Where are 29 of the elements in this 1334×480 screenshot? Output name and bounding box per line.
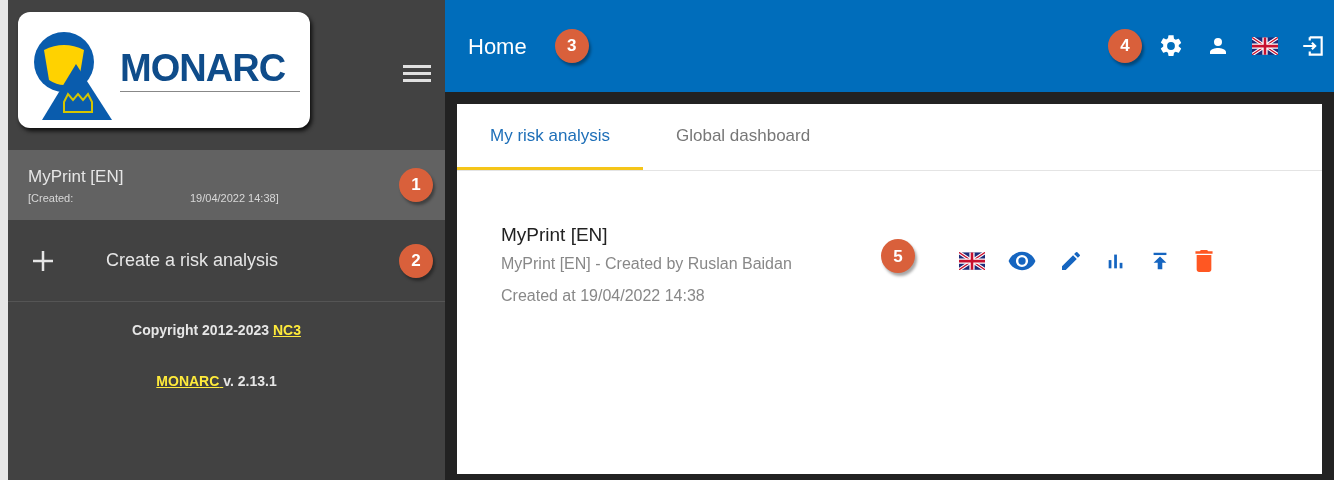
trash-icon[interactable] (1193, 248, 1215, 275)
callout-badge: 1 (399, 168, 433, 202)
created-date: 19/04/2022 14:38] (190, 190, 279, 206)
callout-badge: 5 (881, 239, 915, 274)
analysis-subtitle: MyPrint [EN] - Created by Ruslan Baidan (501, 253, 793, 274)
flag-icon[interactable] (1252, 36, 1278, 56)
tab[interactable]: Global dashboard (642, 104, 844, 170)
analysis-name: MyPrint [EN] (28, 166, 125, 188)
nc3-link[interactable]: NC3 (272, 322, 301, 338)
menu-icon[interactable] (403, 62, 431, 84)
monarc-link[interactable]: MONARC (156, 373, 224, 389)
logo-text: MONARC (120, 48, 286, 87)
callout-badge: 4 (1108, 29, 1142, 63)
settings-icon[interactable] (1158, 33, 1184, 59)
callout-badge: 3 (554, 29, 589, 63)
create-analysis-link[interactable]: Create a risk analysis (106, 247, 399, 274)
flag-icon[interactable] (959, 252, 985, 271)
analysis-item[interactable]: MyPrint [EN] [Created: 19/04/2022 14:38] 1 (8, 150, 445, 220)
analysis-created: Created at 19/04/2022 14:38 (501, 285, 706, 306)
tab[interactable]: My risk analysis (457, 104, 643, 170)
copyright-text: Copyright 2012-2023 NC3 (132, 321, 301, 340)
eye-icon[interactable] (1007, 250, 1037, 273)
version-text: MONARC v. 2.13.1 (156, 372, 277, 391)
created-label: [Created: (28, 190, 75, 206)
analysis-title: MyPrint [EN] (501, 223, 609, 247)
callout-badge: 2 (399, 243, 433, 278)
logout-icon[interactable] (1300, 33, 1326, 59)
plus-icon[interactable] (32, 249, 54, 272)
page-title: Home (468, 32, 527, 61)
